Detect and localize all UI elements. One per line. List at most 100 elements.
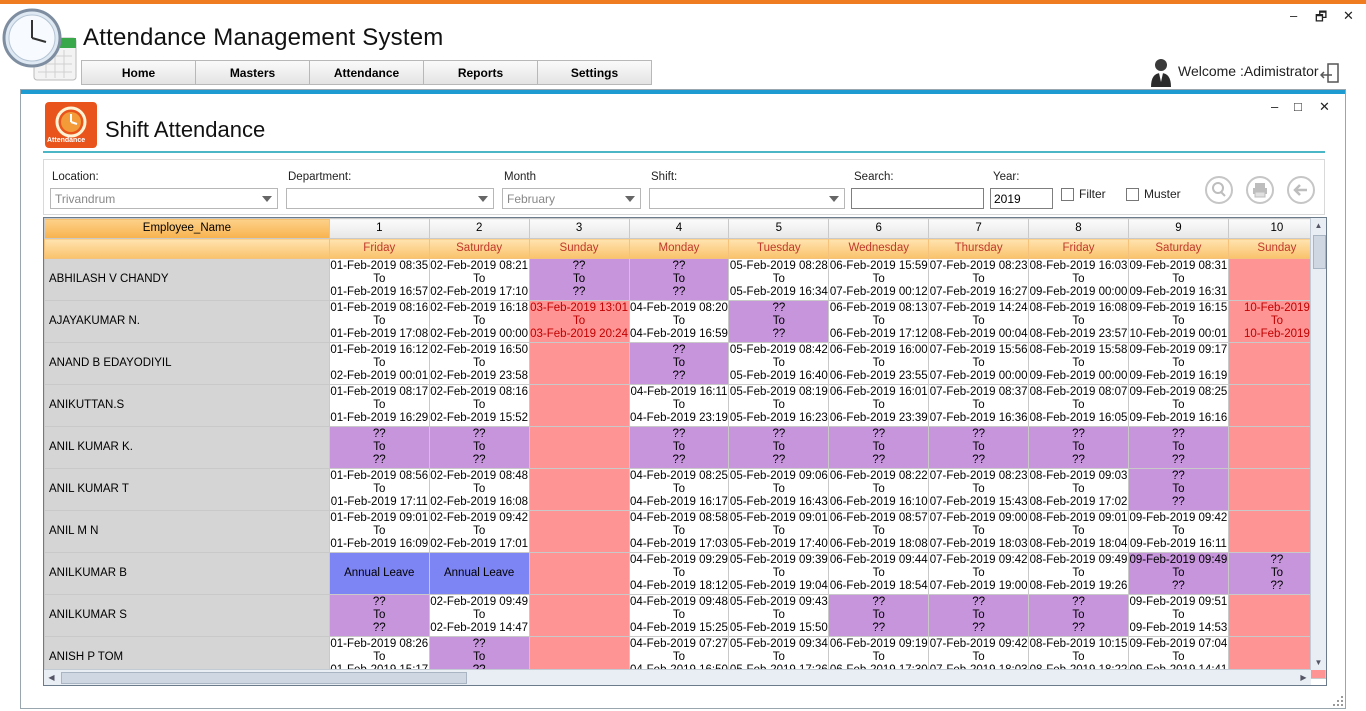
attendance-cell[interactable]: 06-Feb-2019 16:01 To 06-Feb-2019 23:39 [828, 384, 930, 427]
attendance-cell[interactable] [528, 552, 630, 595]
search-input[interactable] [851, 188, 984, 209]
attendance-cell[interactable]: 03-Feb-2019 13:01 To 03-Feb-2019 20:24 [528, 300, 630, 343]
attendance-cell[interactable]: 06-Feb-2019 08:13 To 06-Feb-2019 17:12 [828, 300, 930, 343]
location-select[interactable]: Trivandrum [50, 188, 278, 209]
table-row[interactable]: ANAND B EDAYODIYIL 01-Feb-2019 16:12 To 02-… [44, 342, 1326, 385]
attendance-cell[interactable]: 02-Feb-2019 09:42 To 02-Feb-2019 17:01 [428, 510, 530, 553]
column-header-day[interactable]: 2 [428, 218, 530, 239]
menu-settings[interactable]: Settings [538, 60, 652, 85]
attendance-cell[interactable]: 02-Feb-2019 08:16 To 02-Feb-2019 15:52 [428, 384, 530, 427]
app-restore-button[interactable]: 🗗 [1315, 8, 1327, 30]
attendance-cell[interactable]: 05-Feb-2019 08:42 To 05-Feb-2019 16:40 [728, 342, 830, 385]
attendance-cell[interactable] [528, 468, 630, 511]
table-row[interactable]: ANIL M N 01-Feb-2019 09:01 To 01-Feb-2019 1… [44, 510, 1326, 553]
attendance-cell[interactable]: 09-Feb-2019 09:42 To 09-Feb-2019 16:11 [1127, 510, 1229, 553]
app-minimize-button[interactable]: ‒ [1290, 8, 1297, 23]
attendance-cell[interactable]: 04-Feb-2019 09:29 To 04-Feb-2019 18:12 [628, 552, 730, 595]
muster-checkbox[interactable] [1126, 188, 1139, 201]
attendance-cell[interactable]: ??To?? [828, 594, 930, 637]
attendance-cell[interactable]: ??To?? [928, 426, 1030, 469]
attendance-cell[interactable]: 07-Feb-2019 08:23 To 07-Feb-2019 16:27 [928, 258, 1030, 301]
column-header-day[interactable]: 3 [528, 218, 630, 239]
attendance-cell[interactable]: 05-Feb-2019 08:19 To 05-Feb-2019 16:23 [728, 384, 830, 427]
attendance-cell[interactable]: 02-Feb-2019 16:18 To 02-Feb-2019 00:00 [428, 300, 530, 343]
attendance-cell[interactable]: ??To?? [1127, 426, 1229, 469]
attendance-cell[interactable]: 04-Feb-2019 16:11 To 04-Feb-2019 23:19 [628, 384, 730, 427]
attendance-cell[interactable]: 09-Feb-2019 09:49 To?? [1127, 552, 1229, 595]
attendance-cell[interactable]: ??To?? [928, 594, 1030, 637]
employee-name-cell[interactable]: ANIL M N [44, 510, 330, 553]
employee-name-cell[interactable]: AJAYAKUMAR N. [44, 300, 330, 343]
menu-home[interactable]: Home [81, 60, 196, 85]
column-header-day[interactable]: 4 [628, 218, 730, 239]
scroll-down-icon[interactable]: ▼ [1311, 655, 1326, 670]
employee-name-cell[interactable]: ANIL KUMAR T [44, 468, 330, 511]
search-button[interactable] [1205, 176, 1233, 204]
table-row[interactable]: AJAYAKUMAR N. 01-Feb-2019 08:16 To 01-Feb-2… [44, 300, 1326, 343]
horizontal-scroll-thumb[interactable] [61, 672, 467, 684]
attendance-cell[interactable]: 02-Feb-2019 08:21 To 02-Feb-2019 17:10 [428, 258, 530, 301]
attendance-cell[interactable]: 04-Feb-2019 09:48 To 04-Feb-2019 15:25 [628, 594, 730, 637]
print-button[interactable] [1246, 176, 1274, 204]
attendance-cell[interactable]: ??To?? [428, 426, 530, 469]
attendance-cell[interactable]: 06-Feb-2019 08:57 To 06-Feb-2019 18:08 [828, 510, 930, 553]
back-button[interactable] [1287, 176, 1315, 204]
attendance-cell[interactable]: ??To?? [328, 426, 430, 469]
attendance-cell[interactable]: 09-Feb-2019 09:17 To 09-Feb-2019 16:19 [1127, 342, 1229, 385]
attendance-cell[interactable]: 04-Feb-2019 08:25 To 04-Feb-2019 16:17 [628, 468, 730, 511]
employee-name-cell[interactable]: ABHILASH V CHANDY [44, 258, 330, 301]
attendance-cell[interactable]: 02-Feb-2019 09:49 To 02-Feb-2019 14:47 [428, 594, 530, 637]
employee-name-cell[interactable]: ANILKUMAR B [44, 552, 330, 595]
app-close-button[interactable]: ✕ [1343, 8, 1354, 24]
attendance-cell[interactable]: ??To?? [828, 426, 930, 469]
attendance-cell[interactable]: ??To?? [628, 258, 730, 301]
attendance-cell[interactable]: 01-Feb-2019 08:17 To 01-Feb-2019 16:29 [328, 384, 430, 427]
table-row[interactable]: ABHILASH V CHANDY 01-Feb-2019 08:35 To 01-F… [44, 258, 1326, 301]
attendance-cell[interactable] [528, 342, 630, 385]
attendance-cell[interactable]: 06-Feb-2019 15:59 To 07-Feb-2019 00:12 [828, 258, 930, 301]
attendance-cell[interactable]: 07-Feb-2019 08:37 To 07-Feb-2019 16:36 [928, 384, 1030, 427]
filter-checkbox[interactable] [1061, 188, 1074, 201]
scroll-left-icon[interactable]: ◀ [44, 670, 59, 685]
employee-name-cell[interactable]: ANIL KUMAR K. [44, 426, 330, 469]
column-header-day[interactable]: 1 [328, 218, 430, 239]
attendance-cell[interactable]: ??To?? [728, 300, 830, 343]
scroll-right-icon[interactable]: ▶ [1296, 670, 1311, 685]
employee-name-cell[interactable]: ANILKUMAR S [44, 594, 330, 637]
month-select[interactable]: February [502, 188, 641, 209]
menu-attendance[interactable]: Attendance [310, 60, 424, 85]
attendance-cell[interactable]: 04-Feb-2019 08:58 To 04-Feb-2019 17:03 [628, 510, 730, 553]
table-row[interactable]: ANIKUTTAN.S 01-Feb-2019 08:17 To 01-Feb-201… [44, 384, 1326, 427]
attendance-cell[interactable]: 08-Feb-2019 09:01 To 08-Feb-2019 18:04 [1028, 510, 1129, 553]
department-select[interactable] [286, 188, 494, 209]
attendance-cell[interactable]: 05-Feb-2019 09:43 To 05-Feb-2019 15:50 [728, 594, 830, 637]
scroll-up-icon[interactable]: ▲ [1311, 218, 1326, 233]
year-input[interactable]: 2019 [990, 188, 1053, 209]
column-header-day[interactable]: 8 [1028, 218, 1129, 239]
menu-reports[interactable]: Reports [424, 60, 538, 85]
attendance-cell[interactable] [528, 510, 630, 553]
column-header-day[interactable]: 9 [1127, 218, 1229, 239]
attendance-cell[interactable]: ??To?? [728, 426, 830, 469]
attendance-cell[interactable]: ??To?? [1028, 594, 1129, 637]
attendance-cell[interactable]: 01-Feb-2019 08:16 To 01-Feb-2019 17:08 [328, 300, 430, 343]
attendance-cell[interactable]: 08-Feb-2019 16:08 To 08-Feb-2019 23:57 [1028, 300, 1129, 343]
attendance-cell[interactable]: Annual Leave [428, 552, 530, 595]
table-row[interactable]: ANILKUMAR S ?? To?? 02-Feb-2019 09:49 To 02-F… [44, 594, 1326, 637]
attendance-cell[interactable]: 02-Feb-2019 16:50 To 02-Feb-2019 23:58 [428, 342, 530, 385]
form-maximize-button[interactable]: □ [1294, 99, 1302, 114]
attendance-cell[interactable]: 07-Feb-2019 15:56 To 07-Feb-2019 00:00 [928, 342, 1030, 385]
column-header-day[interactable]: 6 [828, 218, 930, 239]
menu-masters[interactable]: Masters [196, 60, 310, 85]
attendance-cell[interactable]: Annual Leave [328, 552, 430, 595]
attendance-cell[interactable]: 09-Feb-2019 16:15 To 10-Feb-2019 00:01 [1127, 300, 1229, 343]
attendance-cell[interactable]: 07-Feb-2019 09:00 To 07-Feb-2019 18:03 [928, 510, 1030, 553]
attendance-cell[interactable]: 09-Feb-2019 08:31 To 09-Feb-2019 16:31 [1127, 258, 1229, 301]
attendance-cell[interactable]: 09-Feb-2019 09:51 To 09-Feb-2019 14:53 [1127, 594, 1229, 637]
attendance-cell[interactable]: ??To?? [528, 258, 630, 301]
table-row[interactable]: ANILKUMAR B Annual Leave Annual Leave 04-Fe… [44, 552, 1326, 595]
attendance-cell[interactable]: 05-Feb-2019 09:06 To 05-Feb-2019 16:43 [728, 468, 830, 511]
attendance-cell[interactable]: 05-Feb-2019 09:01 To 05-Feb-2019 17:40 [728, 510, 830, 553]
attendance-cell[interactable] [528, 594, 630, 637]
attendance-cell[interactable]: 08-Feb-2019 15:58 To 09-Feb-2019 00:00 [1028, 342, 1129, 385]
